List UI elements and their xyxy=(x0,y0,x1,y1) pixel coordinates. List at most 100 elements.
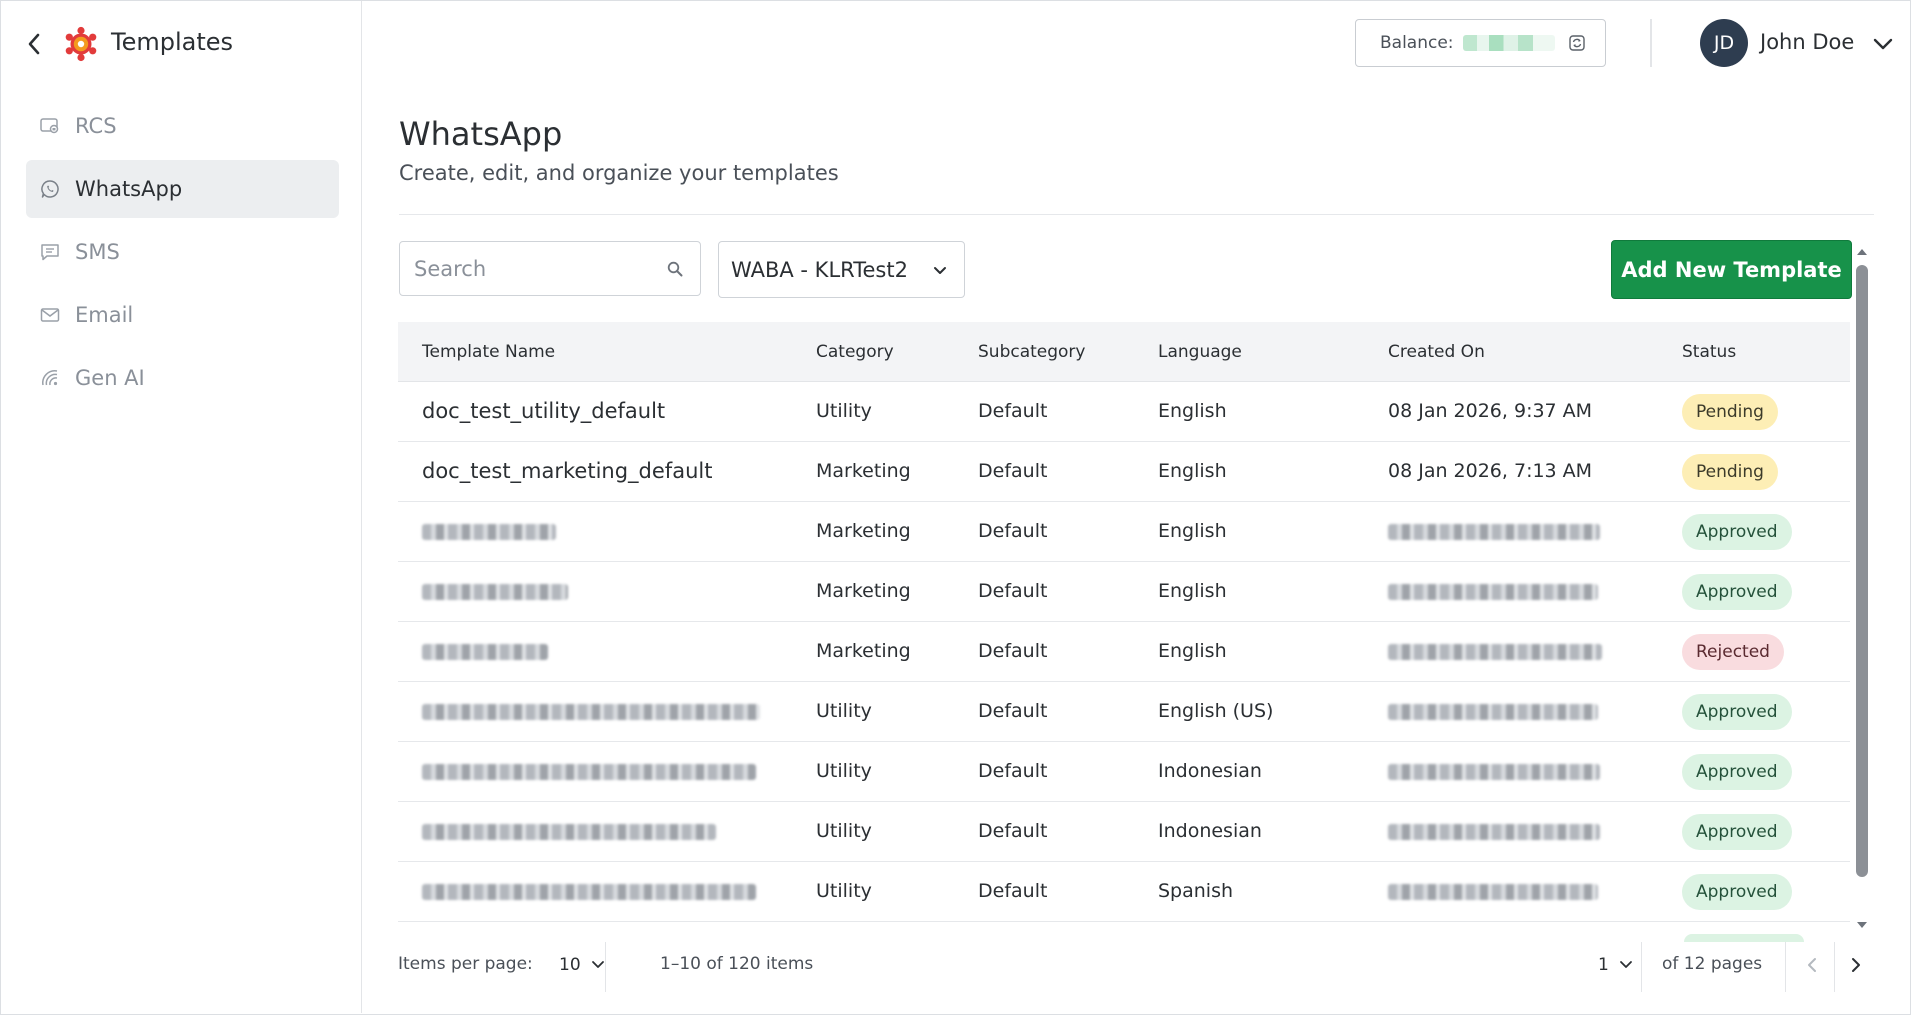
table-row[interactable]: Utility Default Indonesian Approved xyxy=(398,802,1850,862)
template-subcategory: Default xyxy=(978,580,1048,602)
chevron-down-icon[interactable] xyxy=(1872,33,1894,55)
status-badge: Approved xyxy=(1682,514,1792,550)
back-button[interactable] xyxy=(21,27,47,61)
page-title: WhatsApp xyxy=(399,115,563,153)
template-subcategory: Default xyxy=(978,700,1048,722)
column-header-template-name[interactable]: Template Name xyxy=(422,342,555,362)
sidebar-item-whatsapp[interactable]: WhatsApp xyxy=(26,160,339,218)
column-header-status[interactable]: Status xyxy=(1682,342,1736,362)
template-language: English xyxy=(1158,400,1227,422)
chevron-down-icon xyxy=(1618,957,1634,973)
chevron-right-icon xyxy=(1852,958,1860,972)
sidebar-item-gen-ai[interactable]: Gen AI xyxy=(26,349,339,407)
template-subcategory: Default xyxy=(978,460,1048,482)
templates-table: Template Name Category Subcategory Langu… xyxy=(398,322,1850,922)
sidebar-item-sms[interactable]: SMS xyxy=(26,223,339,281)
table-row[interactable]: Marketing Default English Rejected xyxy=(398,622,1850,682)
template-category: Utility xyxy=(816,760,872,782)
search-icon[interactable] xyxy=(666,260,684,278)
page-select-value: 1 xyxy=(1598,955,1609,975)
sidebar-item-email[interactable]: Email xyxy=(26,286,339,344)
table-row[interactable]: Marketing Default English Approved xyxy=(398,502,1850,562)
table-header: Template Name Category Subcategory Langu… xyxy=(398,322,1850,382)
column-header-language[interactable]: Language xyxy=(1158,342,1242,362)
pagination-divider xyxy=(605,942,606,992)
table-row[interactable]: doc_test_utility_default Utility Default En… xyxy=(398,382,1850,442)
template-category: Marketing xyxy=(816,640,911,662)
template-subcategory: Default xyxy=(978,760,1048,782)
template-subcategory: Default xyxy=(978,820,1048,842)
sidebar-item-label: Gen AI xyxy=(75,366,145,390)
items-per-page-label: Items per page: xyxy=(398,954,533,974)
page-subtitle: Create, edit, and organize your template… xyxy=(399,161,839,185)
items-per-page-value: 10 xyxy=(559,955,581,975)
template-created-on-redacted xyxy=(1388,584,1598,600)
template-language: English xyxy=(1158,580,1227,602)
pagination-divider xyxy=(1785,942,1786,992)
next-page-button[interactable] xyxy=(1840,948,1872,982)
page-select[interactable]: 1 xyxy=(1598,948,1634,982)
template-language: Indonesian xyxy=(1158,760,1262,782)
header-divider xyxy=(1650,19,1652,67)
waba-select[interactable]: WABA - KLRTest2 xyxy=(718,241,965,298)
status-badge: Approved xyxy=(1682,754,1792,790)
user-name[interactable]: John Doe xyxy=(1760,30,1854,54)
template-language: Spanish xyxy=(1158,880,1234,902)
column-header-subcategory[interactable]: Subcategory xyxy=(978,342,1086,362)
status-badge: Approved xyxy=(1682,814,1792,850)
template-name: doc_test_marketing_default xyxy=(422,459,713,483)
waba-select-value: WABA - KLRTest2 xyxy=(731,257,908,282)
template-category: Marketing xyxy=(816,520,911,542)
column-header-created-on[interactable]: Created On xyxy=(1388,342,1485,362)
balance-widget[interactable]: Balance: xyxy=(1355,19,1606,67)
template-language: English xyxy=(1158,460,1227,482)
status-badge: Rejected xyxy=(1682,634,1784,670)
status-badge: Pending xyxy=(1682,454,1778,490)
template-name-redacted xyxy=(422,824,716,840)
sidebar-header: Templates xyxy=(1,1,362,87)
gen-ai-icon xyxy=(40,368,60,388)
sidebar-item-rcs[interactable]: RCS xyxy=(26,97,339,155)
template-name-redacted xyxy=(422,524,556,540)
items-per-page-select[interactable]: 10 xyxy=(559,948,606,982)
status-badge: Approved xyxy=(1682,574,1792,610)
table-row[interactable]: Utility Default Spanish Approved xyxy=(398,862,1850,922)
template-category: Marketing xyxy=(816,580,911,602)
template-created-on: 08 Jan 2026, 9:37 AM xyxy=(1388,400,1593,422)
table-row[interactable]: doc_test_marketing_default Marketing Defau… xyxy=(398,442,1850,502)
template-category: Marketing xyxy=(816,460,911,482)
template-category: Utility xyxy=(816,820,872,842)
status-badge: Approved xyxy=(1682,694,1792,730)
previous-page-button[interactable] xyxy=(1796,948,1828,982)
refresh-icon[interactable] xyxy=(1567,33,1587,53)
template-created-on-redacted xyxy=(1388,824,1600,840)
chevron-left-icon xyxy=(28,33,40,55)
top-bar: Balance: JD John Doe xyxy=(363,1,1909,87)
template-subcategory: Default xyxy=(978,640,1048,662)
template-subcategory: Default xyxy=(978,400,1048,422)
sidebar-nav: RCS WhatsApp SMS Email Gen AI xyxy=(26,97,339,412)
column-header-category[interactable]: Category xyxy=(816,342,894,362)
scroll-up-arrow-icon[interactable] xyxy=(1855,246,1869,258)
table-row[interactable]: Marketing Default English Approved xyxy=(398,562,1850,622)
status-badge: Approved xyxy=(1682,874,1792,910)
template-created-on-redacted xyxy=(1388,764,1600,780)
template-category: Utility xyxy=(816,700,872,722)
table-row[interactable]: Utility Default English (US) Approved xyxy=(398,682,1850,742)
chevron-down-icon xyxy=(930,260,950,280)
items-range-text: 1–10 of 120 items xyxy=(660,954,814,974)
template-subcategory: Default xyxy=(978,880,1048,902)
scroll-down-arrow-icon[interactable] xyxy=(1855,919,1869,931)
table-row[interactable]: Utility Default Indonesian Approved xyxy=(398,742,1850,802)
search-input[interactable] xyxy=(414,242,664,295)
pagination-divider xyxy=(1641,942,1642,992)
template-created-on-redacted xyxy=(1388,704,1598,720)
template-language: English xyxy=(1158,640,1227,662)
template-created-on-redacted xyxy=(1388,644,1602,660)
template-name-redacted xyxy=(422,584,568,600)
avatar[interactable]: JD xyxy=(1700,19,1748,67)
add-new-template-button[interactable]: Add New Template xyxy=(1611,240,1852,299)
chevron-left-icon xyxy=(1808,958,1816,972)
table-scrollbar-thumb[interactable] xyxy=(1856,265,1868,877)
template-language: Indonesian xyxy=(1158,820,1262,842)
